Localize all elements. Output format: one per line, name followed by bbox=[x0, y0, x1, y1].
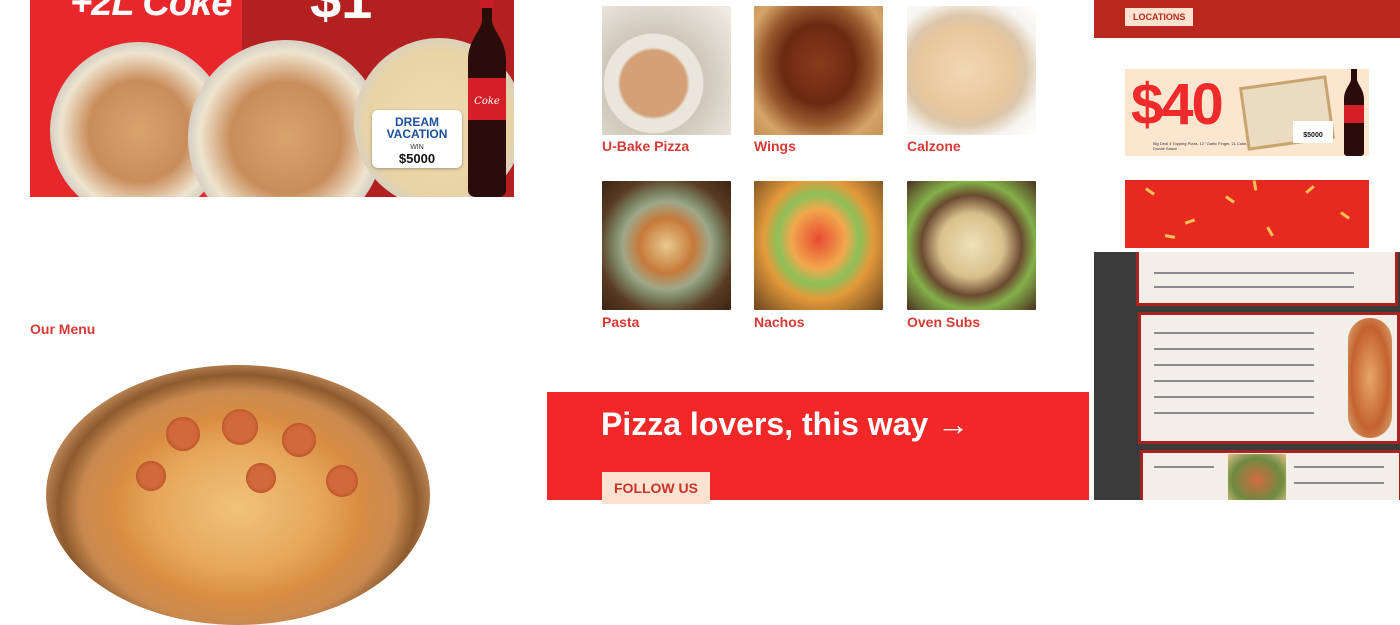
confetti-piece bbox=[1266, 226, 1274, 237]
confetti-piece bbox=[1184, 218, 1196, 225]
menu-text-line bbox=[1154, 396, 1314, 398]
menu-pizza-image bbox=[1348, 318, 1392, 438]
menu-text-line bbox=[1294, 466, 1384, 468]
confetti-piece bbox=[1252, 180, 1258, 191]
coke-bottle-icon: Coke bbox=[468, 0, 506, 197]
confetti-piece bbox=[1340, 211, 1350, 220]
menu-label-pasta[interactable]: Pasta bbox=[602, 314, 639, 330]
pepperoni bbox=[282, 423, 316, 457]
menu-text-line bbox=[1154, 272, 1354, 274]
menu-label-oven-subs[interactable]: Oven Subs bbox=[907, 314, 980, 330]
menu-text-line bbox=[1154, 466, 1214, 468]
menu-tile-u-bake-pizza[interactable] bbox=[602, 6, 731, 135]
menu-tile-oven-subs[interactable] bbox=[907, 181, 1036, 310]
badge-win: WIN bbox=[410, 144, 424, 151]
pepperoni bbox=[222, 409, 258, 445]
pepperoni bbox=[246, 463, 276, 493]
menu-label-wings[interactable]: Wings bbox=[754, 138, 796, 154]
confetti-piece bbox=[1145, 187, 1155, 196]
menu-tile-nachos[interactable] bbox=[754, 181, 883, 310]
menu-text-line bbox=[1154, 286, 1354, 288]
follow-us-button[interactable]: FOLLOW US bbox=[602, 472, 710, 504]
pepperoni bbox=[326, 465, 358, 497]
section-title-our-menu: Our Menu bbox=[30, 321, 96, 337]
menu-label-u-bake-pizza[interactable]: U-Bake Pizza bbox=[602, 138, 689, 154]
pepperoni bbox=[166, 417, 200, 451]
menu-text-line bbox=[1154, 380, 1314, 382]
dream-vacation-badge: DREAM VACATION WIN $5000 bbox=[372, 110, 462, 168]
deal-price: $40 bbox=[1131, 72, 1224, 137]
menu-page bbox=[1136, 252, 1398, 306]
pizza-lovers-cta: Pizza lovers, this way → FOLLOW US bbox=[547, 392, 1089, 504]
promo-banner[interactable]: +2L Coke $1 Coke DREAM VACATION WIN $500… bbox=[30, 0, 514, 197]
confetti-piece bbox=[1305, 185, 1315, 194]
svg-text:Coke: Coke bbox=[474, 96, 500, 107]
menu-tile-pasta[interactable] bbox=[602, 181, 731, 310]
badge-title: DREAM VACATION bbox=[386, 115, 448, 141]
menu-text-line bbox=[1294, 482, 1384, 484]
menu-pizza-image bbox=[1228, 454, 1286, 500]
badge-amount: $5000 bbox=[398, 151, 436, 166]
deal-description: Big Deal 4 Topping Pizza, 12" Garlic Fin… bbox=[1153, 141, 1248, 151]
printed-menu-photo[interactable] bbox=[1094, 252, 1400, 500]
coke-bottle-icon bbox=[1344, 69, 1364, 156]
promo-price: $1 bbox=[310, 0, 372, 31]
menu-text-line bbox=[1154, 364, 1314, 366]
menu-tile-calzone[interactable] bbox=[907, 6, 1036, 135]
menu-text-line bbox=[1154, 332, 1314, 334]
pepperoni bbox=[136, 461, 166, 491]
menu-text-line bbox=[1154, 412, 1314, 414]
locations-button[interactable]: LOCATIONS bbox=[1125, 8, 1194, 26]
promo-headline: +2L Coke bbox=[70, 0, 232, 24]
menu-label-nachos[interactable]: Nachos bbox=[754, 314, 805, 330]
cta-title[interactable]: Pizza lovers, this way → bbox=[601, 406, 969, 443]
menu-text-line bbox=[1154, 348, 1314, 350]
menu-tile-wings[interactable] bbox=[754, 6, 883, 135]
forty-dollar-deal-banner[interactable]: $40 Big Deal 4 Topping Pizza, 12" Garlic… bbox=[1125, 69, 1369, 156]
menu-label-calzone[interactable]: Calzone bbox=[907, 138, 961, 154]
confetti-piece bbox=[1164, 234, 1176, 239]
locations-bar: LOCATIONS bbox=[1094, 0, 1400, 38]
confetti-banner[interactable] bbox=[1125, 180, 1369, 248]
confetti-piece bbox=[1225, 195, 1235, 204]
deal-badge: $5000 bbox=[1293, 121, 1333, 143]
featured-pizza-image bbox=[46, 365, 430, 625]
